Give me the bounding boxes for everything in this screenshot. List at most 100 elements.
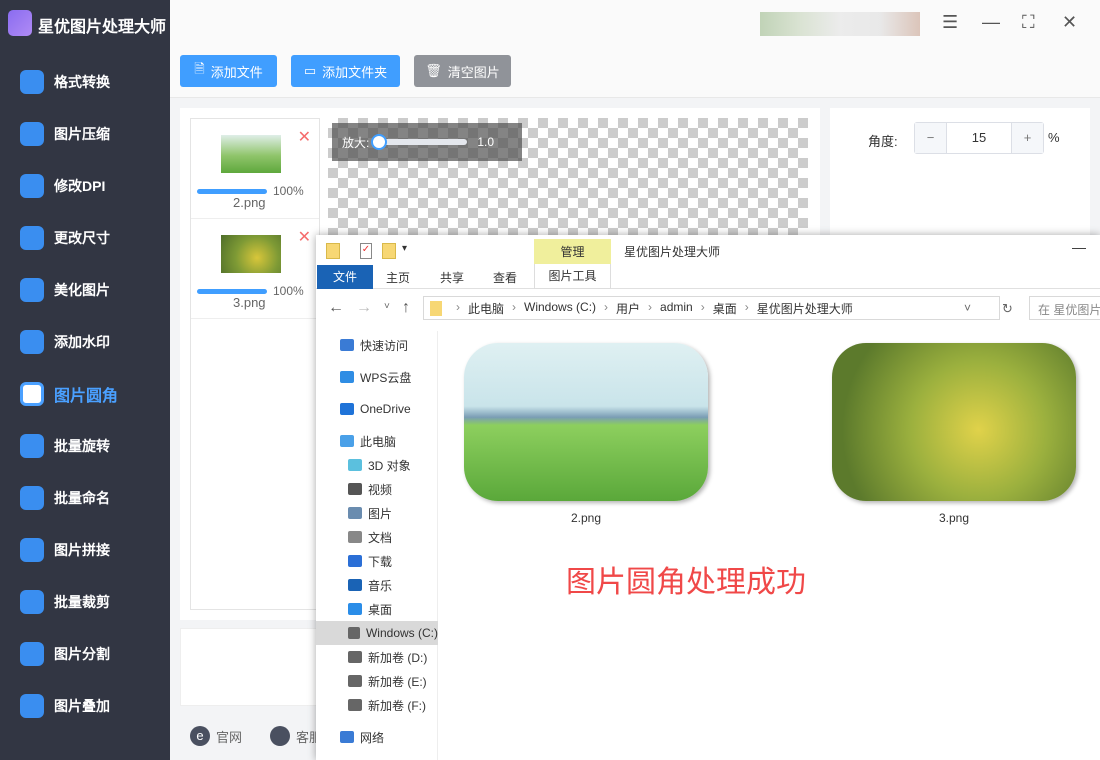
breadcrumb-item[interactable]: admin	[660, 300, 693, 317]
zoom-slider[interactable]	[371, 134, 468, 150]
nav-tree-item[interactable]: 文档	[316, 525, 438, 549]
sidebar-item[interactable]: 美化图片	[0, 270, 170, 310]
nav-tree-item[interactable]: 新加卷 (F:)	[316, 693, 438, 717]
breadcrumb-item[interactable]: Windows (C:)	[524, 300, 596, 317]
manage-context-tab[interactable]: 管理	[534, 239, 611, 266]
tab-file[interactable]: 文件	[317, 265, 373, 289]
sidebar-item-icon	[20, 122, 44, 146]
quick-access-dropdown-icon[interactable]: ▾	[402, 243, 407, 254]
nav-tree-item[interactable]: 新加卷 (E:)	[316, 669, 438, 693]
tree-item-label: 网络	[360, 730, 385, 745]
tab-home[interactable]: 主页	[386, 269, 410, 286]
nav-tree-item[interactable]: 此电脑	[316, 429, 438, 453]
nav-tree-item[interactable]: OneDrive	[316, 397, 438, 421]
tree-item-icon	[348, 507, 362, 519]
remove-file-icon[interactable]: ✕	[298, 227, 311, 247]
breadcrumb-item[interactable]: 桌面	[713, 300, 737, 317]
close-button[interactable]: ✕	[1062, 12, 1077, 33]
sidebar-item[interactable]: 图片叠加	[0, 686, 170, 726]
progress-text: 100%	[273, 284, 304, 298]
nav-tree-item[interactable]: 图片	[316, 501, 438, 525]
breadcrumb-item[interactable]: 用户	[616, 300, 640, 317]
tree-item-label: 桌面	[368, 602, 393, 617]
file-item[interactable]: ✕ 100% 3.png	[191, 219, 319, 319]
search-input[interactable]: 在 星优图片	[1029, 296, 1100, 320]
address-dropdown-icon[interactable]: ˅	[964, 301, 971, 315]
nav-tree-item[interactable]: 网络	[316, 725, 438, 749]
up-icon[interactable]: ↑	[402, 299, 410, 317]
nav-tree-item[interactable]: 下载	[316, 549, 438, 573]
angle-stepper[interactable]: − 15 +	[914, 122, 1044, 154]
breadcrumb-item[interactable]: 星优图片处理大师	[757, 300, 853, 317]
tab-view[interactable]: 查看	[493, 269, 517, 286]
tree-item-icon	[348, 627, 360, 639]
support-link[interactable]: 客服	[270, 726, 322, 746]
file-name: 2.png	[233, 195, 266, 210]
tree-item-icon	[348, 699, 362, 711]
maximize-button[interactable]: ⛶	[1022, 12, 1035, 33]
website-link[interactable]: e 官网	[190, 726, 242, 746]
tree-item-label: 音乐	[368, 578, 393, 593]
breadcrumb-item[interactable]: 此电脑	[468, 300, 504, 317]
forward-icon[interactable]: →	[356, 299, 372, 317]
sidebar-item[interactable]: 图片分割	[0, 634, 170, 674]
file-name[interactable]: 2.png	[464, 511, 708, 525]
new-folder-icon[interactable]	[382, 243, 396, 259]
sidebar-item[interactable]: 格式转换	[0, 62, 170, 102]
sidebar-item[interactable]: 更改尺寸	[0, 218, 170, 258]
sidebar-item[interactable]: 修改DPI	[0, 166, 170, 206]
tab-picture-tools[interactable]: 图片工具	[534, 264, 611, 289]
nav-tree-item[interactable]: WPS云盘	[316, 365, 438, 389]
sidebar-item[interactable]: 图片压缩	[0, 114, 170, 154]
minimize-button[interactable]: —	[982, 12, 1000, 33]
sidebar-item[interactable]: 批量命名	[0, 478, 170, 518]
recent-dropdown-icon[interactable]: ˅	[384, 301, 390, 312]
success-message: 图片圆角处理成功	[566, 566, 806, 599]
sidebar-item[interactable]: 批量裁剪	[0, 582, 170, 622]
navigation-pane: 快速访问 WPS云盘 OneDrive 此电脑 3D 对象视频 图片 文档下载音乐桌面 Win…	[316, 331, 438, 760]
decrease-button[interactable]: −	[915, 123, 947, 153]
nav-tree-item[interactable]: Windows (C:)	[316, 621, 438, 645]
settings-icon[interactable]: ☰	[942, 12, 958, 33]
nav-tree-item[interactable]: 视频	[316, 477, 438, 501]
zoom-control: 放大: 1.0	[332, 123, 522, 161]
add-file-button[interactable]: 🗎 添加文件	[180, 55, 277, 87]
image-thumbnail-2[interactable]	[464, 343, 708, 501]
add-file-label: 添加文件	[210, 64, 263, 80]
image-thumbnail-3[interactable]	[832, 343, 1076, 501]
sidebar-item[interactable]: 图片拼接	[0, 530, 170, 570]
tree-item-label: 3D 对象	[368, 458, 411, 473]
add-folder-button[interactable]: ▭ 添加文件夹	[291, 55, 400, 87]
sidebar-item-label: 图片分割	[54, 646, 110, 662]
nav-tree-item[interactable]: 桌面	[316, 597, 438, 621]
angle-input[interactable]: 15	[947, 123, 1011, 153]
back-icon[interactable]: ←	[328, 299, 344, 317]
explorer-minimize-button[interactable]: —	[1072, 239, 1086, 255]
nav-tree-item[interactable]: 快速访问	[316, 333, 438, 357]
file-name[interactable]: 3.png	[832, 511, 1076, 525]
progress-bar	[197, 189, 267, 194]
user-avatar[interactable]	[760, 12, 920, 36]
tree-item-label: 快速访问	[360, 338, 409, 353]
sidebar-item[interactable]: 图片圆角	[0, 374, 170, 414]
file-item[interactable]: ✕ 100% 2.png	[191, 119, 319, 219]
zoom-slider-handle[interactable]	[371, 134, 388, 150]
add-folder-label: 添加文件夹	[322, 64, 388, 80]
clear-images-button[interactable]: 🗑 清空图片	[414, 55, 511, 87]
sidebar-item[interactable]: 添加水印	[0, 322, 170, 362]
tab-share[interactable]: 共享	[440, 269, 464, 286]
address-bar[interactable]: › 此电脑 › Windows (C:) › 用户 › admin › 桌面 › 星优图片处理大师 ˅	[423, 296, 1000, 320]
nav-tree-item[interactable]: 新加卷 (D:)	[316, 645, 438, 669]
sidebar-item-label: 图片拼接	[54, 542, 110, 558]
sidebar-item[interactable]: 批量旋转	[0, 426, 170, 466]
progress-text: 100%	[273, 184, 304, 198]
refresh-icon[interactable]: ↻	[1002, 301, 1013, 317]
increase-button[interactable]: +	[1011, 123, 1043, 153]
nav-tree-item[interactable]: 音乐	[316, 573, 438, 597]
sidebar-item-icon	[20, 278, 44, 302]
tree-item-label: 下载	[368, 554, 393, 569]
nav-tree-item[interactable]: 3D 对象	[316, 453, 438, 477]
sidebar-item-icon	[20, 694, 44, 718]
remove-file-icon[interactable]: ✕	[298, 127, 311, 147]
properties-icon[interactable]: ✓	[360, 243, 372, 259]
